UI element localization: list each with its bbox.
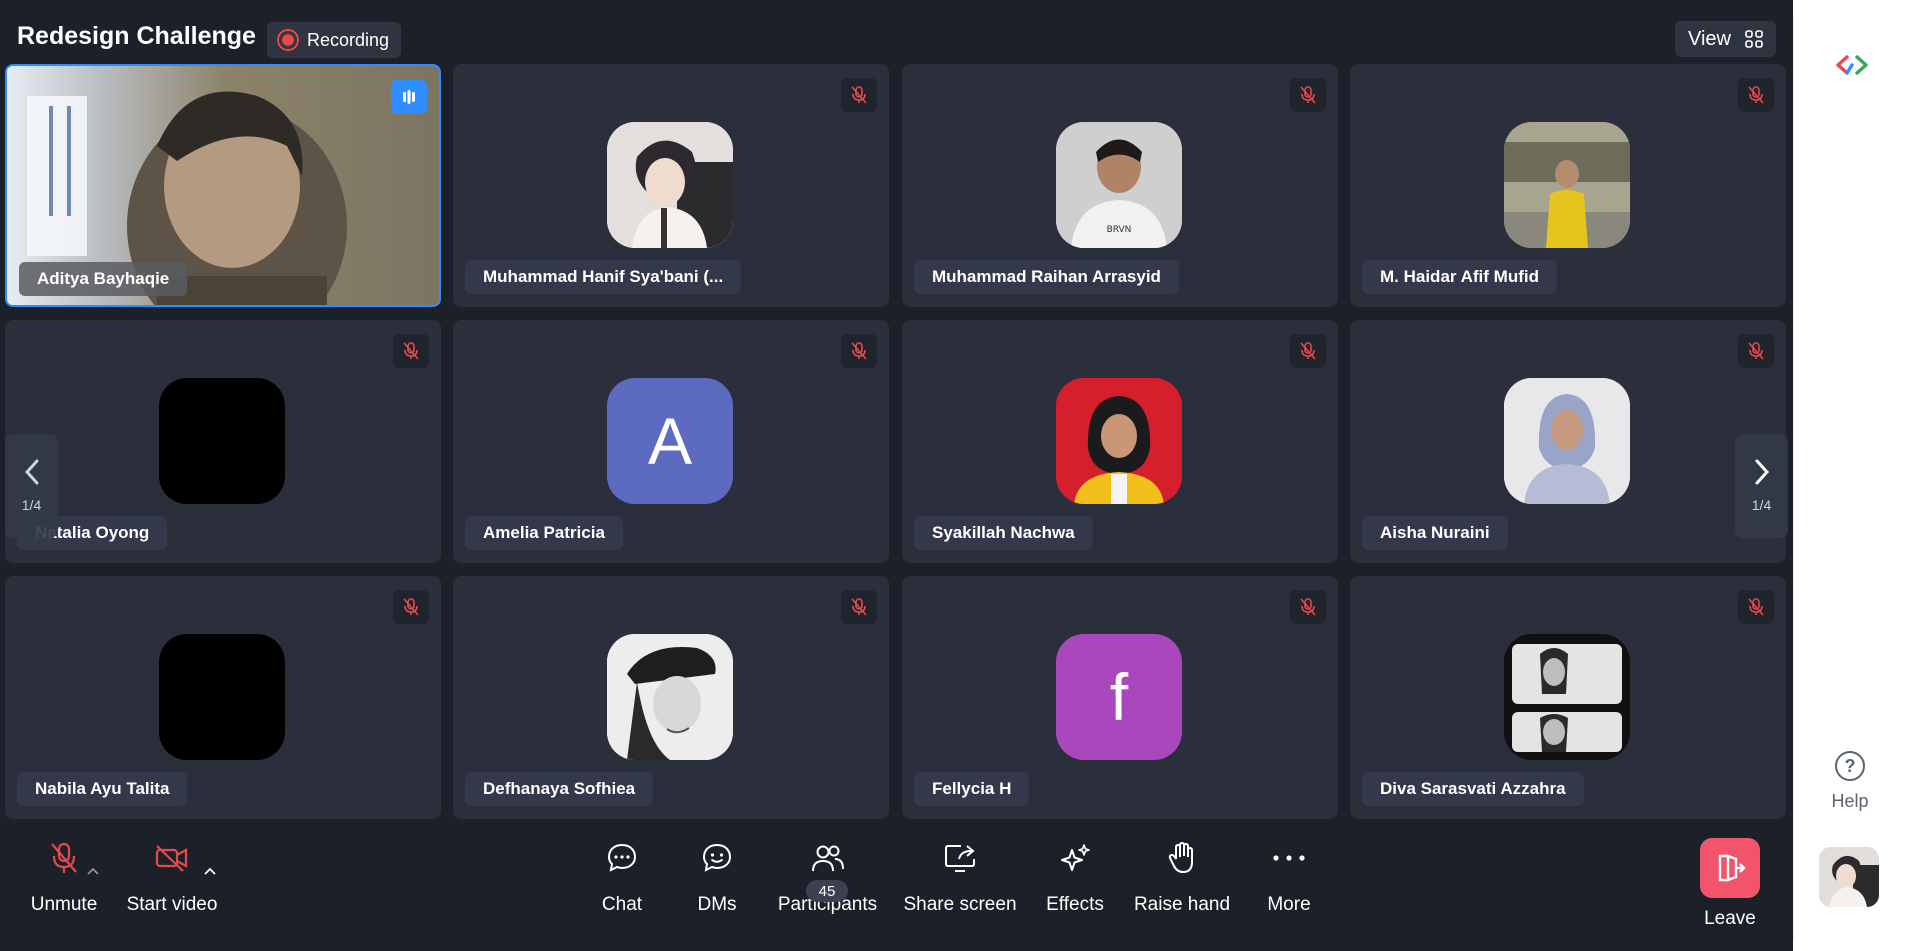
mic-off-icon: [1290, 590, 1326, 624]
mic-off-icon: [1738, 78, 1774, 112]
participant-name: Muhammad Raihan Arrasyid: [914, 260, 1179, 294]
start-video-label: Start video: [126, 894, 218, 915]
grid-icon: [1745, 30, 1763, 48]
video-off-icon: [155, 845, 188, 872]
people-icon: [811, 845, 844, 872]
meeting-title: Redesign Challenge: [17, 22, 256, 50]
participant-tile[interactable]: Diva Sarasvati Azzahra: [1350, 576, 1786, 819]
mic-off-icon: [1738, 590, 1774, 624]
participant-avatar: [1056, 378, 1182, 504]
participant-tile[interactable]: Aisha Nuraini: [1350, 320, 1786, 563]
recording-label: Recording: [307, 29, 390, 50]
mic-off-icon: [51, 842, 77, 873]
page-indicator: 1/4: [21, 497, 42, 513]
start-video-button[interactable]: Start video: [122, 838, 222, 938]
share-screen-button[interactable]: Share screen: [903, 838, 1017, 938]
recording-dot-icon: [277, 29, 299, 51]
mic-off-icon: [393, 334, 429, 368]
page-indicator: 1/4: [1751, 497, 1772, 513]
raise-hand-label: Raise hand: [1133, 894, 1231, 915]
chevron-left-icon: [24, 459, 38, 485]
participant-avatar-initial: f: [1056, 634, 1182, 760]
chat-button[interactable]: Chat: [592, 838, 652, 938]
leave-icon-container: [1700, 838, 1760, 898]
participant-name: Defhanaya Sofhiea: [465, 772, 654, 806]
participant-avatar: [1504, 634, 1630, 760]
mic-off-icon: [841, 590, 877, 624]
participant-tile[interactable]: Aditya Bayhaqie: [5, 64, 441, 307]
dms-button[interactable]: DMs: [687, 838, 747, 938]
mic-off-icon: [1290, 78, 1326, 112]
participant-tile[interactable]: Syakillah Nachwa: [902, 320, 1338, 563]
recording-badge[interactable]: Recording: [267, 22, 402, 58]
dms-label: DMs: [697, 894, 737, 915]
more-label: More: [1267, 894, 1311, 915]
participant-tile[interactable]: M. Haidar Afif Mufid: [1350, 64, 1786, 307]
svg-text:BRVN: BRVN: [1107, 225, 1132, 235]
participant-tile[interactable]: Defhanaya Sofhiea: [453, 576, 889, 819]
share-screen-label: Share screen: [903, 894, 1017, 915]
unmute-button[interactable]: Unmute: [24, 838, 104, 938]
mic-off-icon: [841, 78, 877, 112]
effects-button[interactable]: Effects: [1040, 838, 1110, 938]
chat-label: Chat: [601, 894, 643, 915]
participant-tile[interactable]: f Fellycia H: [902, 576, 1338, 819]
video-options-caret-icon[interactable]: [203, 866, 217, 876]
ellipsis-icon: [1273, 855, 1305, 861]
previous-page-button[interactable]: 1/4: [5, 434, 58, 538]
help-label: Help: [1831, 791, 1869, 811]
app-logo-icon[interactable]: [1835, 54, 1869, 76]
mic-off-icon: [393, 590, 429, 624]
participant-avatar: [159, 634, 285, 760]
participant-name: Muhammad Hanif Sya'bani (...: [465, 260, 742, 294]
help-icon: ?: [1835, 751, 1865, 781]
participant-avatar: BRVN: [1056, 122, 1182, 248]
leave-button[interactable]: Leave: [1700, 838, 1760, 938]
raise-hand-button[interactable]: Raise hand: [1133, 838, 1231, 938]
user-avatar[interactable]: [1819, 847, 1879, 907]
mic-off-icon: [841, 334, 877, 368]
view-label: View: [1688, 27, 1731, 50]
participant-name: Syakillah Nachwa: [914, 516, 1093, 550]
door-exit-icon: [1718, 854, 1746, 882]
participant-tile[interactable]: A Amelia Patricia: [453, 320, 889, 563]
meeting-window: Redesign Challenge Recording View Aditya…: [0, 0, 1793, 951]
leave-label: Leave: [1704, 908, 1756, 929]
participant-tile[interactable]: Natalia Oyong: [5, 320, 441, 563]
sparkle-icon: [1061, 844, 1090, 871]
help-button[interactable]: ? Help: [1818, 751, 1882, 812]
participants-count-badge: 45: [806, 880, 848, 902]
share-screen-icon: [945, 845, 975, 872]
mic-off-icon: [1738, 334, 1774, 368]
participant-name: Fellycia H: [914, 772, 1030, 806]
participant-name: Amelia Patricia: [465, 516, 623, 550]
participant-avatar: [607, 122, 733, 248]
smiley-bubble-icon: [702, 843, 732, 872]
participant-avatar: [1504, 122, 1630, 248]
participant-avatar-initial: A: [607, 378, 733, 504]
audio-options-caret-icon[interactable]: [86, 866, 100, 876]
more-button[interactable]: More: [1258, 838, 1320, 938]
chat-bubble-icon: [607, 843, 637, 872]
participant-name: Aditya Bayhaqie: [19, 262, 188, 296]
participant-tile[interactable]: BRVN Muhammad Raihan Arrasyid: [902, 64, 1338, 307]
unmute-label: Unmute: [30, 894, 98, 915]
hand-icon: [1168, 842, 1193, 873]
participant-name: Aisha Nuraini: [1362, 516, 1508, 550]
participant-tile[interactable]: Nabila Ayu Talita: [5, 576, 441, 819]
view-button[interactable]: View: [1675, 21, 1776, 57]
effects-label: Effects: [1046, 894, 1104, 915]
participant-tile[interactable]: Muhammad Hanif Sya'bani (...: [453, 64, 889, 307]
speaking-indicator-icon: [391, 80, 427, 114]
next-page-button[interactable]: 1/4: [1735, 434, 1788, 538]
participant-avatar: [1504, 378, 1630, 504]
participant-name: Diva Sarasvati Azzahra: [1362, 772, 1584, 806]
participant-avatar: [607, 634, 733, 760]
participant-name: Nabila Ayu Talita: [17, 772, 188, 806]
participant-name: M. Haidar Afif Mufid: [1362, 260, 1557, 294]
mic-off-icon: [1290, 334, 1326, 368]
participant-avatar: [159, 378, 285, 504]
chevron-right-icon: [1755, 459, 1769, 485]
